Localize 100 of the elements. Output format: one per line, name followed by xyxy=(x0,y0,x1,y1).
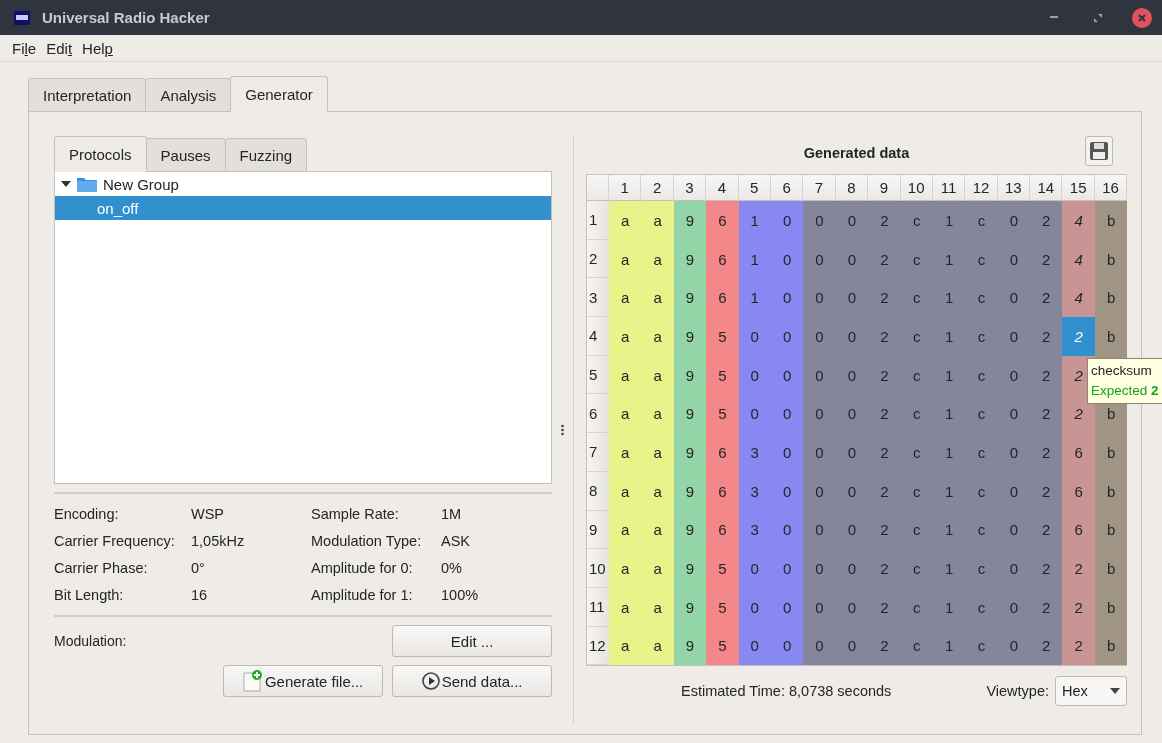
close-button[interactable] xyxy=(1132,7,1152,28)
menu-item[interactable]: File xyxy=(12,39,37,57)
data-cell[interactable]: c xyxy=(965,471,998,511)
data-cell[interactable]: a xyxy=(641,626,674,666)
data-cell[interactable]: b xyxy=(1094,433,1128,472)
data-cell[interactable]: a xyxy=(609,549,642,588)
data-cell[interactable]: 9 xyxy=(673,394,707,434)
expanded-arrow-icon[interactable] xyxy=(61,180,71,188)
data-cell[interactable]: 2 xyxy=(1030,394,1063,434)
data-cell[interactable]: 2 xyxy=(1030,355,1063,395)
generate-file-button[interactable]: Generate file... xyxy=(223,665,384,697)
column-header[interactable]: 2 xyxy=(641,175,674,201)
column-header[interactable]: 13 xyxy=(997,175,1031,201)
data-cell[interactable]: 2 xyxy=(1030,239,1063,279)
data-cell[interactable]: a xyxy=(609,201,642,240)
data-cell[interactable]: 6 xyxy=(706,278,739,318)
data-cell[interactable]: 9 xyxy=(673,549,707,588)
data-cell[interactable]: 6 xyxy=(1062,433,1095,472)
data-cell[interactable]: 0 xyxy=(803,471,836,511)
data-cell[interactable]: 2 xyxy=(868,433,901,472)
data-cell[interactable]: 2 xyxy=(1030,433,1063,472)
data-cell[interactable]: 0 xyxy=(803,549,836,588)
data-cell[interactable]: 0 xyxy=(997,394,1031,434)
data-cell[interactable]: 2 xyxy=(1030,317,1063,356)
data-cell[interactable]: 0 xyxy=(835,317,869,356)
data-cell[interactable]: 6 xyxy=(706,510,739,550)
data-cell[interactable]: 0 xyxy=(770,317,804,356)
row-header[interactable]: 11 xyxy=(587,587,609,627)
data-cell[interactable]: 2 xyxy=(1030,587,1063,627)
data-cell[interactable]: c xyxy=(965,394,998,434)
menu-item[interactable]: Help xyxy=(82,39,113,57)
data-cell[interactable]: a xyxy=(641,549,674,588)
data-cell[interactable]: a xyxy=(609,394,642,434)
data-cell[interactable]: a xyxy=(609,355,642,395)
data-cell[interactable]: a xyxy=(609,239,642,279)
data-cell[interactable]: 2 xyxy=(1062,317,1095,356)
data-cell[interactable]: c xyxy=(965,317,998,356)
data-cell[interactable]: c xyxy=(900,549,933,588)
data-cell[interactable]: a xyxy=(641,587,674,627)
data-cell[interactable]: 2 xyxy=(1030,201,1063,240)
data-cell[interactable]: 6 xyxy=(706,471,739,511)
column-header[interactable]: 16 xyxy=(1094,175,1128,201)
data-cell[interactable]: a xyxy=(641,278,674,318)
data-cell[interactable]: c xyxy=(965,433,998,472)
data-cell[interactable]: 5 xyxy=(706,355,739,395)
row-header[interactable]: 2 xyxy=(587,239,609,279)
data-cell[interactable]: 6 xyxy=(706,433,739,472)
column-header[interactable]: 1 xyxy=(609,175,642,201)
row-header[interactable]: 6 xyxy=(587,394,609,434)
data-cell[interactable]: 1 xyxy=(738,201,771,240)
data-cell[interactable]: 2 xyxy=(868,549,901,588)
data-cell[interactable]: a xyxy=(641,394,674,434)
data-cell[interactable]: 4 xyxy=(1062,239,1095,279)
data-cell[interactable]: 2 xyxy=(1062,394,1095,434)
row-header[interactable]: 7 xyxy=(587,433,609,472)
data-cell[interactable]: a xyxy=(641,510,674,550)
data-cell[interactable]: 2 xyxy=(1062,587,1095,627)
data-cell[interactable]: a xyxy=(609,317,642,356)
save-button[interactable] xyxy=(1085,136,1113,166)
data-cell[interactable]: 5 xyxy=(706,626,739,666)
viewtype-dropdown[interactable]: Hex xyxy=(1055,676,1127,707)
tab[interactable]: Fuzzing xyxy=(224,138,308,172)
data-cell[interactable]: 1 xyxy=(932,317,966,356)
data-cell[interactable]: c xyxy=(965,549,998,588)
data-cell[interactable]: b xyxy=(1094,317,1128,356)
data-cell[interactable]: a xyxy=(641,317,674,356)
data-cell[interactable]: 0 xyxy=(770,433,804,472)
data-cell[interactable]: 2 xyxy=(868,239,901,279)
data-cell[interactable]: c xyxy=(900,201,933,240)
data-cell[interactable]: b xyxy=(1094,278,1128,318)
row-header[interactable]: 5 xyxy=(587,355,609,395)
data-cell[interactable]: 0 xyxy=(997,433,1031,472)
row-header[interactable]: 8 xyxy=(587,471,609,511)
data-cell[interactable]: 2 xyxy=(868,587,901,627)
data-cell[interactable]: a xyxy=(641,239,674,279)
data-cell[interactable]: 6 xyxy=(706,201,739,240)
data-cell[interactable]: c xyxy=(965,278,998,318)
data-cell[interactable]: 0 xyxy=(770,278,804,318)
splitter-handle-icon[interactable] xyxy=(561,424,565,436)
row-header[interactable]: 10 xyxy=(587,549,609,588)
data-cell[interactable]: 0 xyxy=(803,317,836,356)
tab[interactable]: Protocols xyxy=(54,136,147,172)
data-cell[interactable]: 2 xyxy=(868,201,901,240)
data-cell[interactable]: 2 xyxy=(868,317,901,356)
tab[interactable]: Generator xyxy=(230,76,328,112)
data-cell[interactable]: a xyxy=(609,587,642,627)
column-header[interactable]: 3 xyxy=(673,175,707,201)
tab[interactable]: Pauses xyxy=(145,138,226,172)
data-cell[interactable]: 1 xyxy=(932,278,966,318)
tree-item[interactable]: New Group xyxy=(55,172,552,196)
data-cell[interactable]: 5 xyxy=(706,549,739,588)
data-cell[interactable]: 1 xyxy=(932,201,966,240)
data-cell[interactable]: c xyxy=(900,433,933,472)
data-cell[interactable]: c xyxy=(965,587,998,627)
data-cell[interactable]: 0 xyxy=(835,394,869,434)
data-cell[interactable]: b xyxy=(1094,549,1128,588)
data-cell[interactable]: c xyxy=(965,201,998,240)
data-cell[interactable]: 0 xyxy=(803,626,836,666)
data-cell[interactable]: b xyxy=(1094,201,1128,240)
row-header[interactable]: 3 xyxy=(587,278,609,318)
